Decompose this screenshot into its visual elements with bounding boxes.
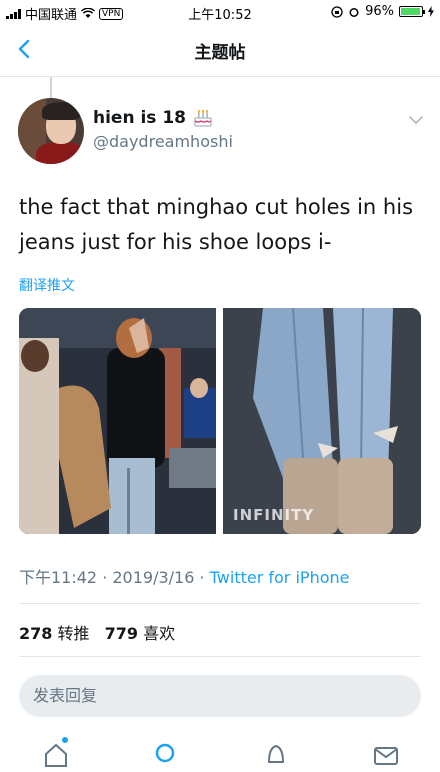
battery-icon <box>399 6 425 17</box>
tab-messages[interactable] <box>372 740 400 765</box>
photo-1-scene <box>19 308 216 534</box>
retweet-count[interactable]: 278 <box>19 624 52 643</box>
divider <box>19 603 421 604</box>
divider <box>19 656 421 657</box>
battery-fill <box>401 8 421 15</box>
avatar[interactable] <box>18 98 84 164</box>
mail-icon <box>374 747 398 765</box>
tab-notifications[interactable] <box>262 740 290 763</box>
chevron-down-icon <box>409 116 423 125</box>
tab-bar <box>0 732 440 767</box>
tab-search[interactable] <box>152 740 180 763</box>
tweet-options-button[interactable] <box>406 112 426 128</box>
tweet-source-link[interactable]: Twitter for iPhone <box>210 568 350 587</box>
home-icon <box>45 743 67 767</box>
tab-home[interactable] <box>42 740 70 767</box>
retweet-label[interactable]: 转推 <box>58 624 90 643</box>
translate-tweet-link[interactable]: 翻译推文 <box>19 275 75 295</box>
thread-connector <box>50 77 52 99</box>
author-name[interactable]: hien is 18 <box>93 108 186 128</box>
charging-icon <box>428 6 434 17</box>
home-notification-dot <box>62 737 68 743</box>
avatar-body <box>36 142 84 164</box>
rotation-lock-icon <box>331 5 343 18</box>
reply-input[interactable]: 发表回复 <box>19 675 421 717</box>
tweet-stats: 278 转推 779 喜欢 <box>19 620 185 644</box>
tweet-timestamp-row: 下午11:42 · 2019/3/16 · Twitter for iPhone <box>19 564 349 588</box>
like-count[interactable]: 779 <box>105 624 138 643</box>
tweet-photo-2[interactable]: INFINITY <box>223 308 421 534</box>
status-right: 96% <box>331 4 434 19</box>
alarm-icon <box>349 7 359 17</box>
bell-icon <box>267 744 285 763</box>
photo-watermark: INFINITY <box>233 506 315 524</box>
battery-percent: 96% <box>365 4 394 19</box>
status-bar: 中国联通 VPN 上午10:52 96% <box>0 0 440 24</box>
page-title: 主题帖 <box>194 43 246 63</box>
tweet-text: the fact that minghao cut holes in his j… <box>19 190 429 260</box>
tweet-text-line-2: jeans just for his shoe loops i- <box>19 230 332 254</box>
tweet-text-line-1: the fact that minghao cut holes in his <box>19 195 414 219</box>
tweet-photo-1[interactable] <box>19 308 216 534</box>
photo-2-scene <box>223 308 421 534</box>
author-handle[interactable]: @daydreamhoshi <box>93 132 233 151</box>
tweet-timestamp: 下午11:42 · 2019/3/16 · <box>19 568 210 587</box>
author-name-row[interactable]: hien is 18 <box>93 108 214 128</box>
avatar-hair <box>42 102 80 120</box>
nav-bar: 主题帖 <box>0 24 440 77</box>
birthday-cake-icon <box>194 109 212 127</box>
like-label[interactable]: 喜欢 <box>143 624 175 643</box>
search-icon <box>155 743 175 763</box>
